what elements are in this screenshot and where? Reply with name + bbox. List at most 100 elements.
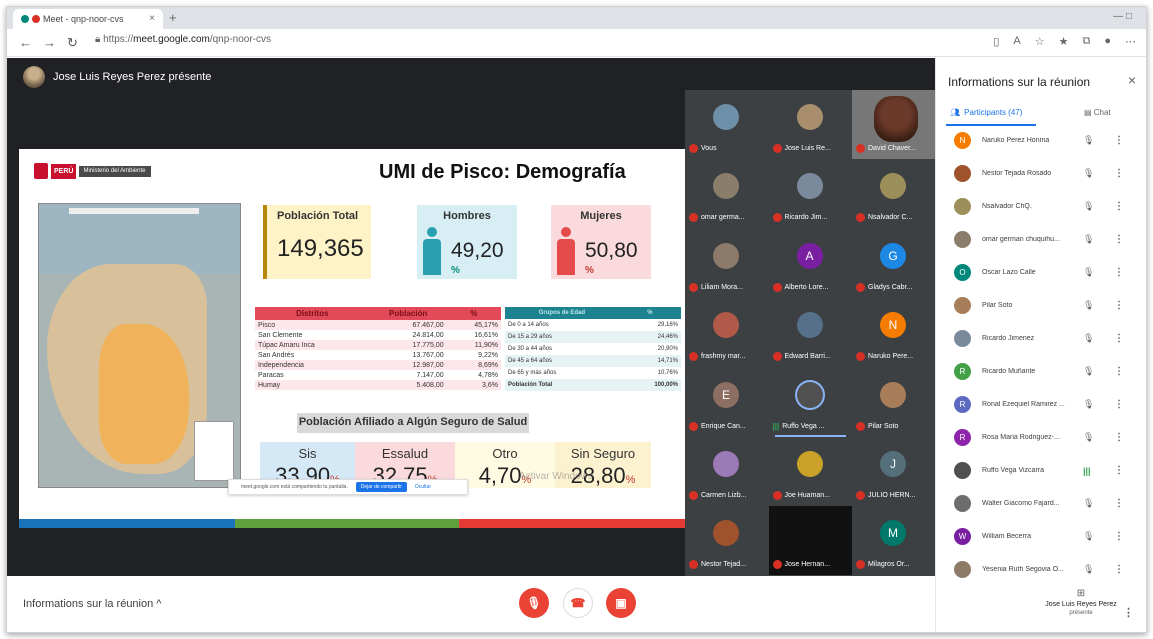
more-options-icon[interactable]: ⋮ <box>1114 465 1124 476</box>
hide-notice-button[interactable]: Ocultar <box>415 484 431 490</box>
participant-tile[interactable]: A Alberto Lore... <box>768 228 852 298</box>
participant-tile[interactable]: ||| Ruffo Vega ... <box>768 367 852 437</box>
more-options-icon[interactable]: ⋮ <box>1114 267 1124 278</box>
participant-tile[interactable]: Joe Huaman... <box>768 437 852 506</box>
more-options-icon[interactable]: ⋮ <box>1114 399 1124 410</box>
participant-tile[interactable]: Liliam Mora... <box>685 228 768 298</box>
participant-tile[interactable]: Jose Hernan... <box>768 506 852 576</box>
close-tab-icon[interactable]: × <box>149 13 155 24</box>
more-options-icon[interactable]: ⋮ <box>1114 531 1124 542</box>
participant-row[interactable]: Yesenia Ruth Segovia O... 🎙︎ ⋮ <box>936 553 1146 586</box>
more-options-icon[interactable]: ⋮ <box>1114 564 1124 575</box>
tab-chat[interactable]: ▤ Chat <box>1084 108 1111 117</box>
participant-tile[interactable]: Edward Barri... <box>768 298 852 368</box>
mic-muted-icon[interactable]: 🎙︎ <box>1083 267 1094 278</box>
window-controls[interactable]: — □ <box>1113 11 1132 22</box>
participant-tile[interactable]: G Gladys Cabr... <box>852 228 935 298</box>
more-options-icon[interactable]: ⋮ <box>1114 498 1124 509</box>
more-options-icon[interactable]: ⋮ <box>1123 606 1134 619</box>
address-bar[interactable]: 🔒︎ https://meet.google.com/qnp-noor-cvs <box>95 34 271 45</box>
participant-tile[interactable]: E Enrique Can... <box>685 367 768 437</box>
participant-name: Pilar Soto <box>982 302 1013 309</box>
participant-row[interactable]: Walter Giacomo Fajard... 🎙︎ ⋮ <box>936 487 1146 520</box>
participant-row[interactable]: Nestor Tejada Rosado 🎙︎ ⋮ <box>936 157 1146 190</box>
more-options-icon[interactable]: ⋮ <box>1114 366 1124 377</box>
participant-tile[interactable]: J JULIO HERN... <box>852 437 935 506</box>
participant-row[interactable]: N Naruko Perez Honma 🎙︎ ⋮ <box>936 124 1146 157</box>
more-options-icon[interactable]: ⋮ <box>1114 168 1124 179</box>
participant-row[interactable]: O Oscar Lazo Calle 🎙︎ ⋮ <box>936 256 1146 289</box>
stop-sharing-button[interactable]: Dejar de compartir <box>355 482 407 492</box>
more-options-icon[interactable]: ⋮ <box>1114 135 1124 146</box>
participant-tile[interactable]: omar germa... <box>685 159 768 229</box>
participant-tile[interactable]: M Milagros Or... <box>852 506 935 576</box>
mic-muted-icon[interactable]: 🎙︎ <box>1083 564 1094 575</box>
camera-toggle-button[interactable]: ▣ <box>606 588 636 618</box>
table-header: Distritos <box>255 307 370 320</box>
reader-icon[interactable]: A <box>1013 35 1020 48</box>
people-icon: 👥︎ <box>950 108 961 117</box>
table-cell: De 15 a 29 años <box>505 331 619 343</box>
participant-tile[interactable]: Nsalvador C... <box>852 159 935 229</box>
mic-muted-icon <box>689 282 698 292</box>
browser-tab[interactable]: Meet - qnp-noor-cvs × <box>13 9 163 29</box>
more-options-icon[interactable]: ⋮ <box>1114 432 1124 443</box>
meeting-details-button[interactable]: Informations sur la réunion ^ <box>23 598 161 610</box>
participant-tile[interactable]: David Chaver... <box>852 90 935 159</box>
participant-tile[interactable]: frashmy mar... <box>685 298 768 368</box>
participant-row[interactable]: Pilar Soto 🎙︎ ⋮ <box>936 289 1146 322</box>
mic-muted-icon[interactable]: 🎙︎ <box>1083 135 1094 146</box>
participant-name: Ruffo Vega Vizcarra <box>982 467 1045 474</box>
mic-muted-icon[interactable]: 🎙︎ <box>1083 432 1094 443</box>
participant-tile[interactable]: Jose Luis Re... <box>768 90 852 159</box>
menu-dots-icon[interactable]: ⋯ <box>1125 35 1136 48</box>
more-options-icon[interactable]: ⋮ <box>1114 300 1124 311</box>
mic-muted-icon[interactable]: 🎙︎ <box>1083 333 1094 344</box>
mic-muted-icon[interactable]: 🎙︎ <box>1083 234 1094 245</box>
speaking-icon[interactable]: ||| <box>1083 466 1091 476</box>
participant-row[interactable]: Ricardo Jimenez 🎙︎ ⋮ <box>936 322 1146 355</box>
more-options-icon[interactable]: ⋮ <box>1114 201 1124 212</box>
participant-tile[interactable]: N Naruko Pere... <box>852 298 935 368</box>
mic-muted-icon[interactable]: 🎙︎ <box>1083 399 1094 410</box>
mic-muted-icon[interactable]: 🎙︎ <box>1083 201 1094 212</box>
participant-tile[interactable]: Vous <box>685 90 768 159</box>
reload-button[interactable]: ↻ <box>67 35 78 51</box>
participant-name-label: Naruko Pere... <box>856 352 913 362</box>
participant-tile[interactable]: Nestor Tejad... <box>685 506 768 576</box>
meet-bottom-bar: Informations sur la réunion ^ 🎙︎ ☎︎ ▣ <box>7 576 935 632</box>
participant-row[interactable]: R Ricardo Muñante 🎙︎ ⋮ <box>936 355 1146 388</box>
close-panel-icon[interactable]: × <box>1128 72 1136 88</box>
sidebar-icon[interactable]: ▯ <box>993 35 999 48</box>
table-cell: 7.147,00 <box>416 371 444 379</box>
new-tab-button[interactable]: + <box>169 10 177 25</box>
table-row: De 15 a 29 años 24,46% <box>505 331 681 343</box>
participant-row[interactable]: omar german chuquihu... 🎙︎ ⋮ <box>936 223 1146 256</box>
mic-muted-icon[interactable]: 🎙︎ <box>1083 531 1094 542</box>
leave-call-button[interactable]: ☎︎ <box>563 588 593 618</box>
more-options-icon[interactable]: ⋮ <box>1114 234 1124 245</box>
table-row: Túpac Amaru Inca 17.775,00 11,90% <box>255 340 501 350</box>
participant-row[interactable]: Ruffo Vega Vizcarra ||| ⋮ <box>936 454 1146 487</box>
more-options-icon[interactable]: ⋮ <box>1114 333 1124 344</box>
back-button[interactable]: ← <box>19 35 32 50</box>
collections-icon[interactable]: ⧉ <box>1082 35 1090 48</box>
participant-tile[interactable]: Carmen Lizb... <box>685 437 768 506</box>
mic-muted-icon[interactable]: 🎙︎ <box>1083 300 1094 311</box>
favorite-star-icon[interactable]: ☆ <box>1035 35 1045 48</box>
profile-avatar[interactable]: ● <box>1104 35 1111 48</box>
favorites-icon[interactable]: ★ <box>1059 35 1069 48</box>
participant-row[interactable]: R Rosa Maria Rodriguez-... 🎙︎ ⋮ <box>936 421 1146 454</box>
mic-toggle-button[interactable]: 🎙︎ <box>519 588 549 618</box>
participant-row[interactable]: W William Becerra 🎙︎ ⋮ <box>936 520 1146 553</box>
participant-tile[interactable]: Pilar Soto <box>852 367 935 437</box>
mic-muted-icon[interactable]: 🎙︎ <box>1083 168 1094 179</box>
participant-row[interactable]: R Ronal Ezequiel Ramirez ... 🎙︎ ⋮ <box>936 388 1146 421</box>
mic-muted-icon[interactable]: 🎙︎ <box>1083 498 1094 509</box>
mic-muted-icon[interactable]: 🎙︎ <box>1083 366 1094 377</box>
forward-button[interactable]: → <box>43 35 56 50</box>
mic-muted-icon <box>772 213 782 223</box>
tab-participants[interactable]: 👥︎ Participants (47) <box>945 108 1037 126</box>
participant-row[interactable]: Nsalvador ChQ. 🎙︎ ⋮ <box>936 190 1146 223</box>
participant-tile[interactable]: Ricardo Jim... <box>768 159 852 229</box>
